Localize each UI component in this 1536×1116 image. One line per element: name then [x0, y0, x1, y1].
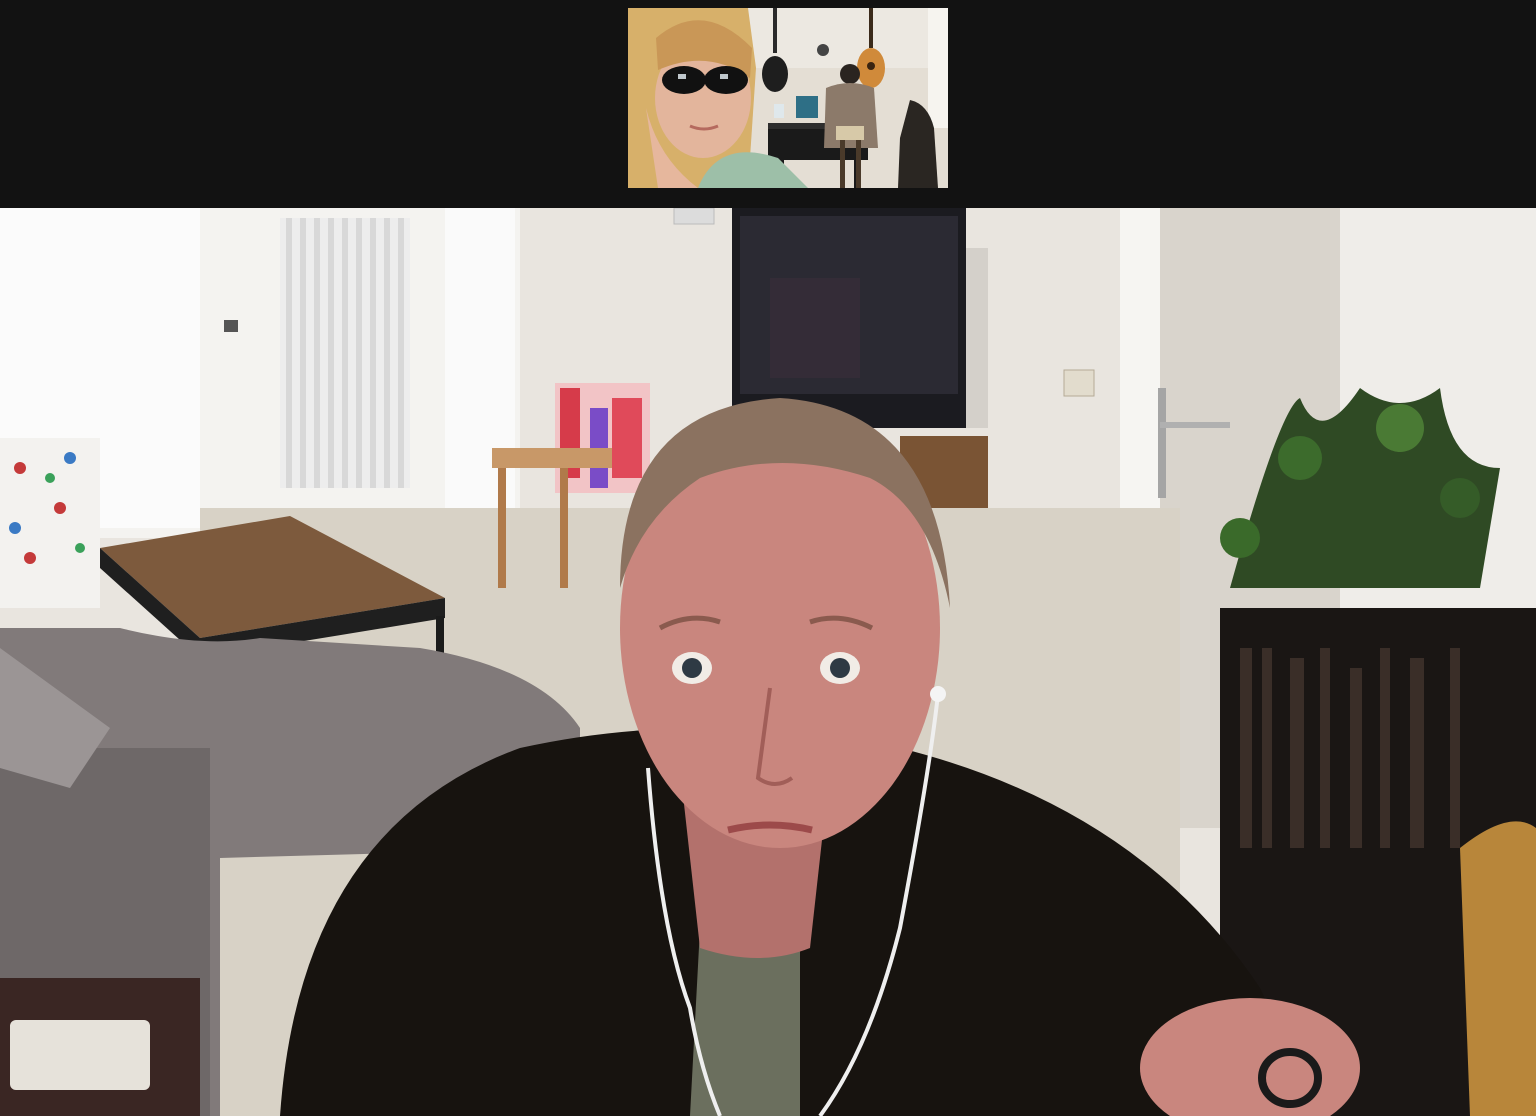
video-call-window: [0, 0, 1536, 1116]
television: [732, 208, 988, 428]
thumbnail-video-frame: [628, 8, 948, 188]
active-speaker-video[interactable]: [0, 208, 1536, 1116]
main-video-frame: [0, 208, 1536, 1116]
participant-thumbnail-video[interactable]: [628, 8, 948, 188]
thumbnail-strip: [0, 0, 1536, 208]
toy-marble-run: [555, 383, 650, 493]
radiator: [280, 218, 410, 488]
